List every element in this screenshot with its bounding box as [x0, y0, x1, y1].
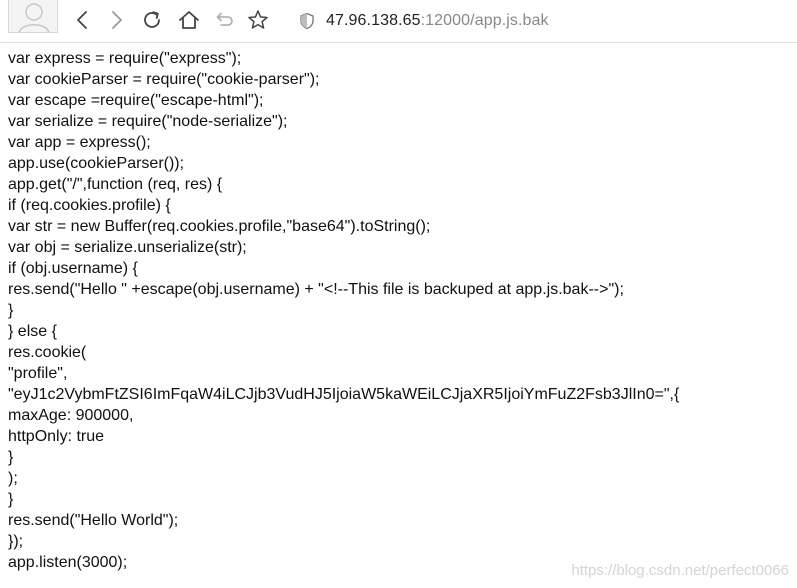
code-line: res.send("Hello " +escape(obj.username) …: [8, 281, 624, 298]
url-path: :12000/app.js.bak: [420, 12, 549, 29]
url-text: 47.96.138.65:12000/app.js.bak: [326, 12, 549, 30]
star-icon: [247, 9, 269, 31]
code-line: );: [8, 470, 18, 487]
reload-button[interactable]: [140, 8, 164, 32]
shield-icon[interactable]: [298, 12, 316, 30]
code-line: });: [8, 533, 24, 550]
watermark: https://blog.csdn.net/perfect0066: [571, 562, 789, 579]
code-line: if (req.cookies.profile) {: [8, 197, 171, 214]
code-line: } else {: [8, 323, 57, 340]
code-line: maxAge: 900000,: [8, 407, 134, 424]
address-bar[interactable]: 47.96.138.65:12000/app.js.bak: [290, 4, 790, 38]
code-line: var cookieParser = require("cookie-parse…: [8, 71, 320, 88]
page-source-code: var express = require("express"); var coo…: [8, 48, 797, 573]
forward-button[interactable]: [104, 8, 128, 32]
user-avatar-icon[interactable]: [8, 0, 58, 33]
code-line: var app = express();: [8, 134, 151, 151]
code-line: var express = require("express");: [8, 50, 242, 67]
code-line: if (obj.username) {: [8, 260, 138, 277]
arrow-right-icon: [106, 10, 126, 30]
undo-button[interactable]: [212, 8, 236, 32]
code-line: httpOnly: true: [8, 428, 105, 445]
code-line: "profile",: [8, 365, 68, 382]
code-line: res.send("Hello World");: [8, 512, 179, 529]
code-line: app.get("/",function (req, res) {: [8, 176, 223, 193]
home-button[interactable]: [177, 8, 201, 32]
code-line: }: [8, 449, 14, 466]
code-line: res.cookie(: [8, 344, 87, 361]
code-line: }: [8, 302, 14, 319]
browser-toolbar: 47.96.138.65:12000/app.js.bak: [0, 0, 797, 43]
code-line: var obj = serialize.unserialize(str);: [8, 239, 247, 256]
home-icon: [178, 9, 200, 31]
code-line: var serialize = require("node-serialize"…: [8, 113, 288, 130]
code-line: app.use(cookieParser());: [8, 155, 185, 172]
url-host: 47.96.138.65: [326, 12, 421, 29]
back-button[interactable]: [71, 8, 95, 32]
bookmark-button[interactable]: [246, 8, 270, 32]
code-line: var str = new Buffer(req.cookies.profile…: [8, 218, 431, 235]
code-line: "eyJ1c2VybmFtZSI6ImFqaW4iLCJjb3VudHJ5Ijo…: [8, 386, 680, 403]
undo-icon: [214, 10, 234, 30]
reload-icon: [141, 9, 163, 31]
code-line: }: [8, 491, 14, 508]
code-line: var escape =require("escape-html");: [8, 92, 264, 109]
arrow-left-icon: [73, 10, 93, 30]
